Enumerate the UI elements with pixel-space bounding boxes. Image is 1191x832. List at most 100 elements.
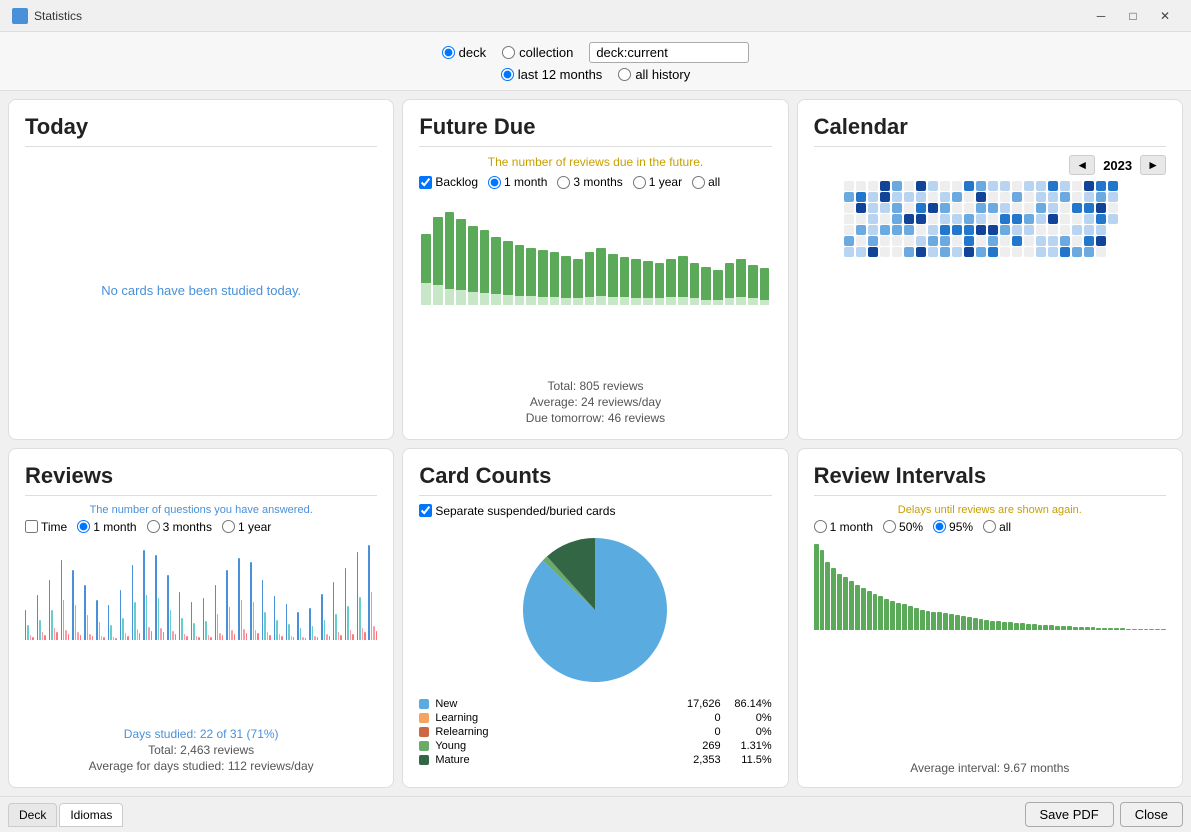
calendar-next-button[interactable]: ► [1140,155,1166,175]
radio-last12[interactable] [501,68,514,81]
backlog-checkbox-label[interactable]: Backlog [419,175,478,189]
deck-tab-deck[interactable]: Deck [8,803,57,827]
minimize-button[interactable]: ─ [1087,6,1115,26]
calendar-day [976,236,986,246]
reviews-bar [371,592,372,640]
reviews-bar [84,585,85,640]
intervals-1month-label[interactable]: 1 month [814,520,873,534]
calendar-day [856,236,866,246]
interval-bar [996,621,1001,629]
interval-bar [955,615,960,629]
calendar-week-col [1084,181,1094,257]
intervals-50pct-label[interactable]: 50% [883,520,923,534]
calendar-day [856,181,866,191]
reviews-bar [49,580,50,640]
intervals-all-label[interactable]: all [983,520,1011,534]
interval-bar [914,608,919,630]
reviews-1year-label[interactable]: 1 year [222,520,271,534]
reviews-bar [246,633,247,640]
future-all-label[interactable]: all [692,175,720,189]
calendar-day [988,192,998,202]
reviews-bar [30,635,31,640]
reviews-bar [302,637,303,640]
reviews-1month-label[interactable]: 1 month [77,520,136,534]
future-due-title: Future Due [419,114,771,147]
interval-bar [1149,629,1154,630]
radio-collection[interactable] [502,46,515,59]
reviews-1month-radio[interactable] [77,520,90,533]
future-all-radio[interactable] [692,176,705,189]
calendar-day [988,214,998,224]
reviews-1year-radio[interactable] [222,520,235,533]
reviews-3months-label[interactable]: 3 months [147,520,212,534]
pie-legend-count: 269 [671,740,721,752]
reviews-bar-group [286,540,295,640]
interval-bar-wrap [873,540,878,630]
calendar-prev-button[interactable]: ◄ [1069,155,1095,175]
reviews-chart-area [25,540,377,720]
backlog-checkbox[interactable] [419,176,432,189]
radio-last12-label[interactable]: last 12 months [501,67,603,82]
calendar-day [952,214,962,224]
separate-checkbox[interactable] [419,504,432,517]
intervals-95pct-radio[interactable] [933,520,946,533]
reviews-bar [134,602,135,640]
close-button[interactable]: ✕ [1151,6,1179,26]
reviews-bar [329,636,330,640]
reviews-bar [39,620,40,640]
interval-bar-wrap [843,540,848,630]
card-counts-title: Card Counts [419,463,771,496]
future-1year-label[interactable]: 1 year [633,175,682,189]
calendar-day [1096,203,1106,213]
pie-legend-label: Relearning [435,726,664,738]
bar-wrap [643,195,653,305]
deck-tab-idiomas[interactable]: Idiomas [59,803,123,827]
bottom-actions: Save PDF Close [1025,802,1184,827]
reviews-time-label[interactable]: Time [25,520,67,534]
reviews-bar-group [357,540,366,640]
calendar-day [1072,214,1082,224]
interval-bar [1138,629,1143,630]
radio-allhistory[interactable] [618,68,631,81]
calendar-week-col [1096,181,1106,257]
pie-legend-label: Mature [435,754,664,766]
deck-input[interactable] [589,42,749,63]
reviews-bar [321,594,322,640]
calendar-day [1120,225,1130,235]
pie-legend: New17,62686.14%Learning00%Relearning00%Y… [419,696,771,768]
intervals-95pct-label[interactable]: 95% [933,520,973,534]
calendar-day [964,247,974,257]
maximize-button[interactable]: □ [1119,6,1147,26]
radio-deck[interactable] [442,46,455,59]
future-3months-label[interactable]: 3 months [557,175,622,189]
calendar-day [1048,214,1058,224]
reviews-bar [113,637,114,640]
future-1year-radio[interactable] [633,176,646,189]
reviews-time-checkbox[interactable] [25,520,38,533]
close-button-bottom[interactable]: Close [1120,802,1183,827]
reviews-3months-radio[interactable] [147,520,160,533]
calendar-day [1120,192,1130,202]
radio-collection-label[interactable]: collection [502,45,573,60]
future-1month-radio[interactable] [488,176,501,189]
intervals-1month-radio[interactable] [814,520,827,533]
interval-bar [1085,627,1090,630]
intervals-50pct-radio[interactable] [883,520,896,533]
calendar-year: 2023 [1103,158,1132,173]
interval-bar-wrap [1138,540,1143,630]
future-due-chart-area [419,195,771,373]
pie-legend-count: 0 [671,726,721,738]
interval-bar-wrap [1155,540,1160,630]
radio-allhistory-label[interactable]: all history [618,67,690,82]
calendar-week-col [940,181,950,257]
intervals-all-radio[interactable] [983,520,996,533]
reviews-bar [143,550,144,640]
save-pdf-button[interactable]: Save PDF [1025,802,1114,827]
future-3months-radio[interactable] [557,176,570,189]
reviews-bar [340,635,341,640]
interval-bar [1096,628,1101,630]
interval-bar [1055,626,1060,630]
separate-checkbox-label[interactable]: Separate suspended/buried cards [419,504,615,518]
radio-deck-label[interactable]: deck [442,45,486,60]
future-1month-label[interactable]: 1 month [488,175,547,189]
